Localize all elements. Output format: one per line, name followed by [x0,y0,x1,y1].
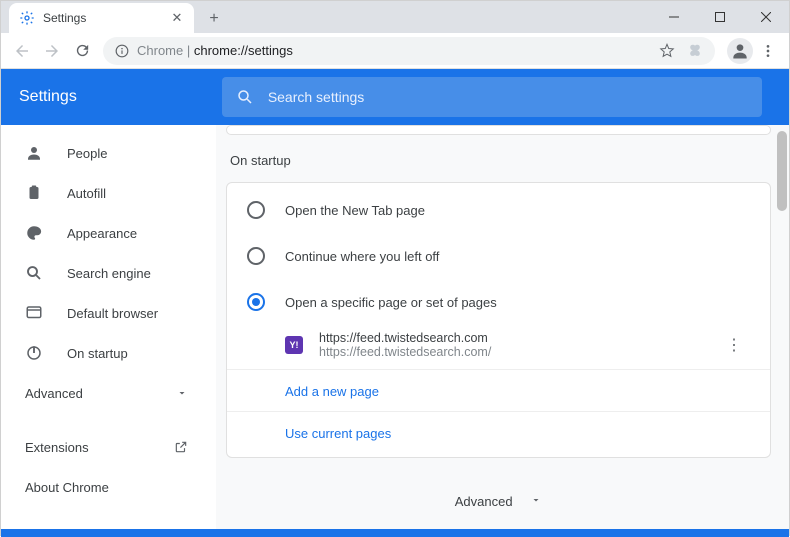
page-favicon: Y! [285,336,303,354]
sidebar-item-label: Autofill [67,186,106,201]
settings-search-input[interactable] [268,89,748,105]
sidebar: People Autofill Appearance Search engine… [1,125,216,529]
chevron-down-icon [176,387,188,399]
sidebar-item-label: Search engine [67,266,151,281]
site-info-icon[interactable] [115,44,129,58]
window-controls [651,1,789,33]
toolbar: Chrome | chrome://settings [1,33,789,69]
sidebar-item-label: About Chrome [25,480,109,495]
sidebar-advanced-toggle[interactable]: Advanced [1,373,216,413]
search-icon [236,88,254,106]
radio-continue[interactable]: Continue where you left off [227,233,770,279]
sidebar-item-extensions[interactable]: Extensions [1,427,216,467]
page-url-display: https://feed.twistedsearch.com [319,331,491,345]
sidebar-item-default-browser[interactable]: Default browser [1,293,216,333]
browser-icon [25,304,45,322]
power-icon [25,344,45,362]
radio-new-tab[interactable]: Open the New Tab page [227,187,770,233]
page-title: Settings [19,88,77,106]
radio-label: Continue where you left off [285,249,439,264]
omnibox-path: chrome://settings [194,43,293,58]
advanced-toggle-bottom[interactable]: Advanced [226,494,771,509]
omnibox-sep: | [183,43,194,58]
radio-specific-pages[interactable]: Open a specific page or set of pages [227,279,770,325]
sidebar-item-label: Default browser [67,306,158,321]
add-new-page-link[interactable]: Add a new page [227,369,770,411]
palette-icon [25,224,45,242]
chevron-down-icon [530,494,542,509]
main-content: On startup Open the New Tab page Continu… [216,125,789,529]
scrollbar-thumb[interactable] [777,131,787,211]
settings-gear-icon [19,10,35,26]
omnibox-host: Chrome [137,43,183,58]
sidebar-item-label: People [67,146,107,161]
advanced-bottom-label: Advanced [455,494,513,509]
browser-menu-icon[interactable] [753,36,783,66]
use-current-pages-link[interactable]: Use current pages [227,411,770,453]
omnibox[interactable]: Chrome | chrome://settings [103,37,715,65]
close-window-button[interactable] [743,1,789,33]
sidebar-item-appearance[interactable]: Appearance [1,213,216,253]
sidebar-item-about[interactable]: About Chrome [1,467,216,507]
sidebar-item-label: Extensions [25,440,89,455]
page-entry-menu-icon[interactable]: ⋮ [718,331,750,359]
previous-card-edge [226,125,771,135]
settings-header: Settings [1,69,789,125]
person-icon [25,144,45,162]
section-title: On startup [230,153,771,168]
radio-icon[interactable] [247,201,265,219]
radio-icon[interactable] [247,293,265,311]
new-tab-button[interactable]: + [200,5,228,33]
radio-icon[interactable] [247,247,265,265]
sidebar-item-label: Appearance [67,226,137,241]
browser-tab[interactable]: Settings ✕ [9,3,194,33]
back-button[interactable] [7,36,37,66]
sidebar-item-label: On startup [67,346,128,361]
radio-label: Open the New Tab page [285,203,425,218]
maximize-button[interactable] [697,1,743,33]
startup-card: Open the New Tab page Continue where you… [226,182,771,458]
sidebar-advanced-label: Advanced [25,386,83,401]
open-external-icon [174,440,188,454]
sidebar-item-search-engine[interactable]: Search engine [1,253,216,293]
reload-button[interactable] [67,36,97,66]
sidebar-item-autofill[interactable]: Autofill [1,173,216,213]
search-icon [25,264,45,282]
minimize-button[interactable] [651,1,697,33]
sidebar-item-on-startup[interactable]: On startup [1,333,216,373]
profile-avatar[interactable] [727,38,753,64]
tab-title: Settings [43,11,170,25]
page-url-full: https://feed.twistedsearch.com/ [319,345,491,359]
sidebar-item-people[interactable]: People [1,133,216,173]
bookmark-star-icon[interactable] [659,43,675,59]
settings-search[interactable] [222,77,762,117]
forward-button[interactable] [37,36,67,66]
extension-butterfly-icon[interactable] [687,43,703,59]
clipboard-icon [25,184,45,202]
startup-page-entry: Y! https://feed.twistedsearch.com https:… [227,325,770,365]
radio-label: Open a specific page or set of pages [285,295,497,310]
close-tab-icon[interactable]: ✕ [170,11,184,25]
window-titlebar: Settings ✕ + [1,1,789,33]
